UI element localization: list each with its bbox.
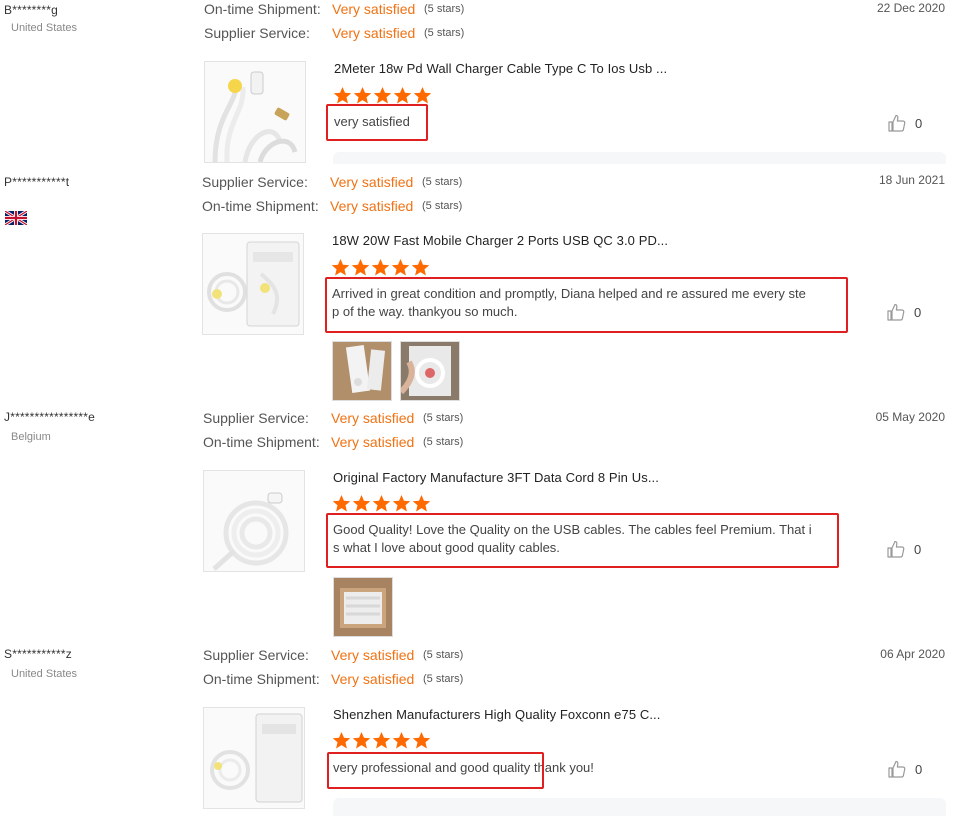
buyer-country: United States [11,668,78,680]
star-icon [392,731,411,749]
review-date: 05 May 2020 [875,410,945,424]
star-icon [333,86,352,104]
star-icon [372,731,391,749]
review-photo[interactable] [333,577,393,637]
highlight-box [327,752,544,789]
rating-stars-text: (5 stars) [422,176,463,188]
rating-label: Supplier Service: [203,410,309,426]
rating-value: Very satisfied [330,174,414,190]
buyer-name: S***********z [4,647,72,661]
star-icon [393,86,412,104]
rating-label: On-time Shipment: [203,671,320,687]
product-title[interactable]: 18W 20W Fast Mobile Charger 2 Ports USB … [332,233,668,248]
star-icon [332,731,351,749]
star-icon [412,731,431,749]
star-icon [331,258,350,276]
thumbs-up-icon [888,760,906,778]
product-thumbnail[interactable] [204,61,306,163]
like-count: 0 [914,541,922,557]
rating-stars-text: (5 stars) [423,436,464,448]
review-item: S***********z United States Supplier Ser… [0,642,959,816]
thumbs-up-icon [887,303,905,321]
rating-label: Supplier Service: [203,647,309,663]
like-button[interactable]: 0 [887,758,937,780]
rating-label: Supplier Service: [202,174,308,190]
review-date: 06 Apr 2020 [880,647,945,661]
like-button[interactable]: 0 [886,301,936,323]
thumbs-up-icon [887,540,905,558]
star-icon [412,494,431,512]
product-thumbnail[interactable] [203,707,305,809]
buyer-name: J****************e [4,410,95,424]
star-icon [332,494,351,512]
review-photo[interactable] [400,341,460,401]
like-count: 0 [915,115,923,131]
highlight-box [326,104,428,141]
buyer-country: United States [11,22,78,34]
product-title[interactable]: 2Meter 18w Pd Wall Charger Cable Type C … [334,61,667,76]
uk-flag-icon [5,211,27,225]
like-count: 0 [914,304,922,320]
rating-value: Very satisfied [331,671,415,687]
star-icon [413,86,432,104]
buyer-name: B********g [4,3,59,17]
star-icon [411,258,430,276]
rating-stars-text: (5 stars) [424,27,465,39]
like-count: 0 [915,761,923,777]
review-item: P***********t Supplier Service: Very sat… [0,170,959,406]
highlight-box [325,277,848,333]
product-thumbnail[interactable] [203,470,305,572]
review-stars [332,731,431,751]
rating-stars-text: (5 stars) [423,412,464,424]
rating-value: Very satisfied [332,1,416,17]
product-thumbnail[interactable] [202,233,304,335]
product-title[interactable]: Shenzhen Manufacturers High Quality Foxc… [333,707,660,722]
review-item: J****************e Belgium Supplier Serv… [0,406,959,642]
rating-value: Very satisfied [331,647,415,663]
thumbs-up-icon [888,114,906,132]
highlight-box [326,513,839,568]
rating-value: Very satisfied [331,410,415,426]
star-icon [371,258,390,276]
star-icon [352,494,371,512]
divider [333,152,946,164]
rating-label: On-time Shipment: [202,198,319,214]
review-photo[interactable] [332,341,392,401]
review-date: 22 Dec 2020 [876,1,945,15]
rating-stars-text: (5 stars) [423,673,464,685]
rating-label: On-time Shipment: [203,434,320,450]
rating-label: On-time Shipment: [204,1,321,17]
star-icon [373,86,392,104]
star-icon [391,258,410,276]
like-button[interactable]: 0 [886,538,936,560]
star-icon [392,494,411,512]
buyer-country: Belgium [11,431,51,443]
rating-label: Supplier Service: [204,25,310,41]
product-title[interactable]: Original Factory Manufacture 3FT Data Co… [333,470,659,485]
star-icon [352,731,371,749]
buyer-name: P***********t [4,175,70,189]
review-stars [331,258,430,278]
review-date: 18 Jun 2021 [878,173,945,187]
rating-value: Very satisfied [330,198,414,214]
review-stars [332,494,431,514]
divider [333,798,946,816]
rating-value: Very satisfied [332,25,416,41]
review-stars [333,86,432,106]
rating-stars-text: (5 stars) [422,200,463,212]
rating-stars-text: (5 stars) [423,649,464,661]
rating-stars-text: (5 stars) [424,3,465,15]
rating-value: Very satisfied [331,434,415,450]
star-icon [353,86,372,104]
review-item: B********g United States On-time Shipmen… [0,0,959,170]
like-button[interactable]: 0 [887,112,937,134]
star-icon [351,258,370,276]
star-icon [372,494,391,512]
